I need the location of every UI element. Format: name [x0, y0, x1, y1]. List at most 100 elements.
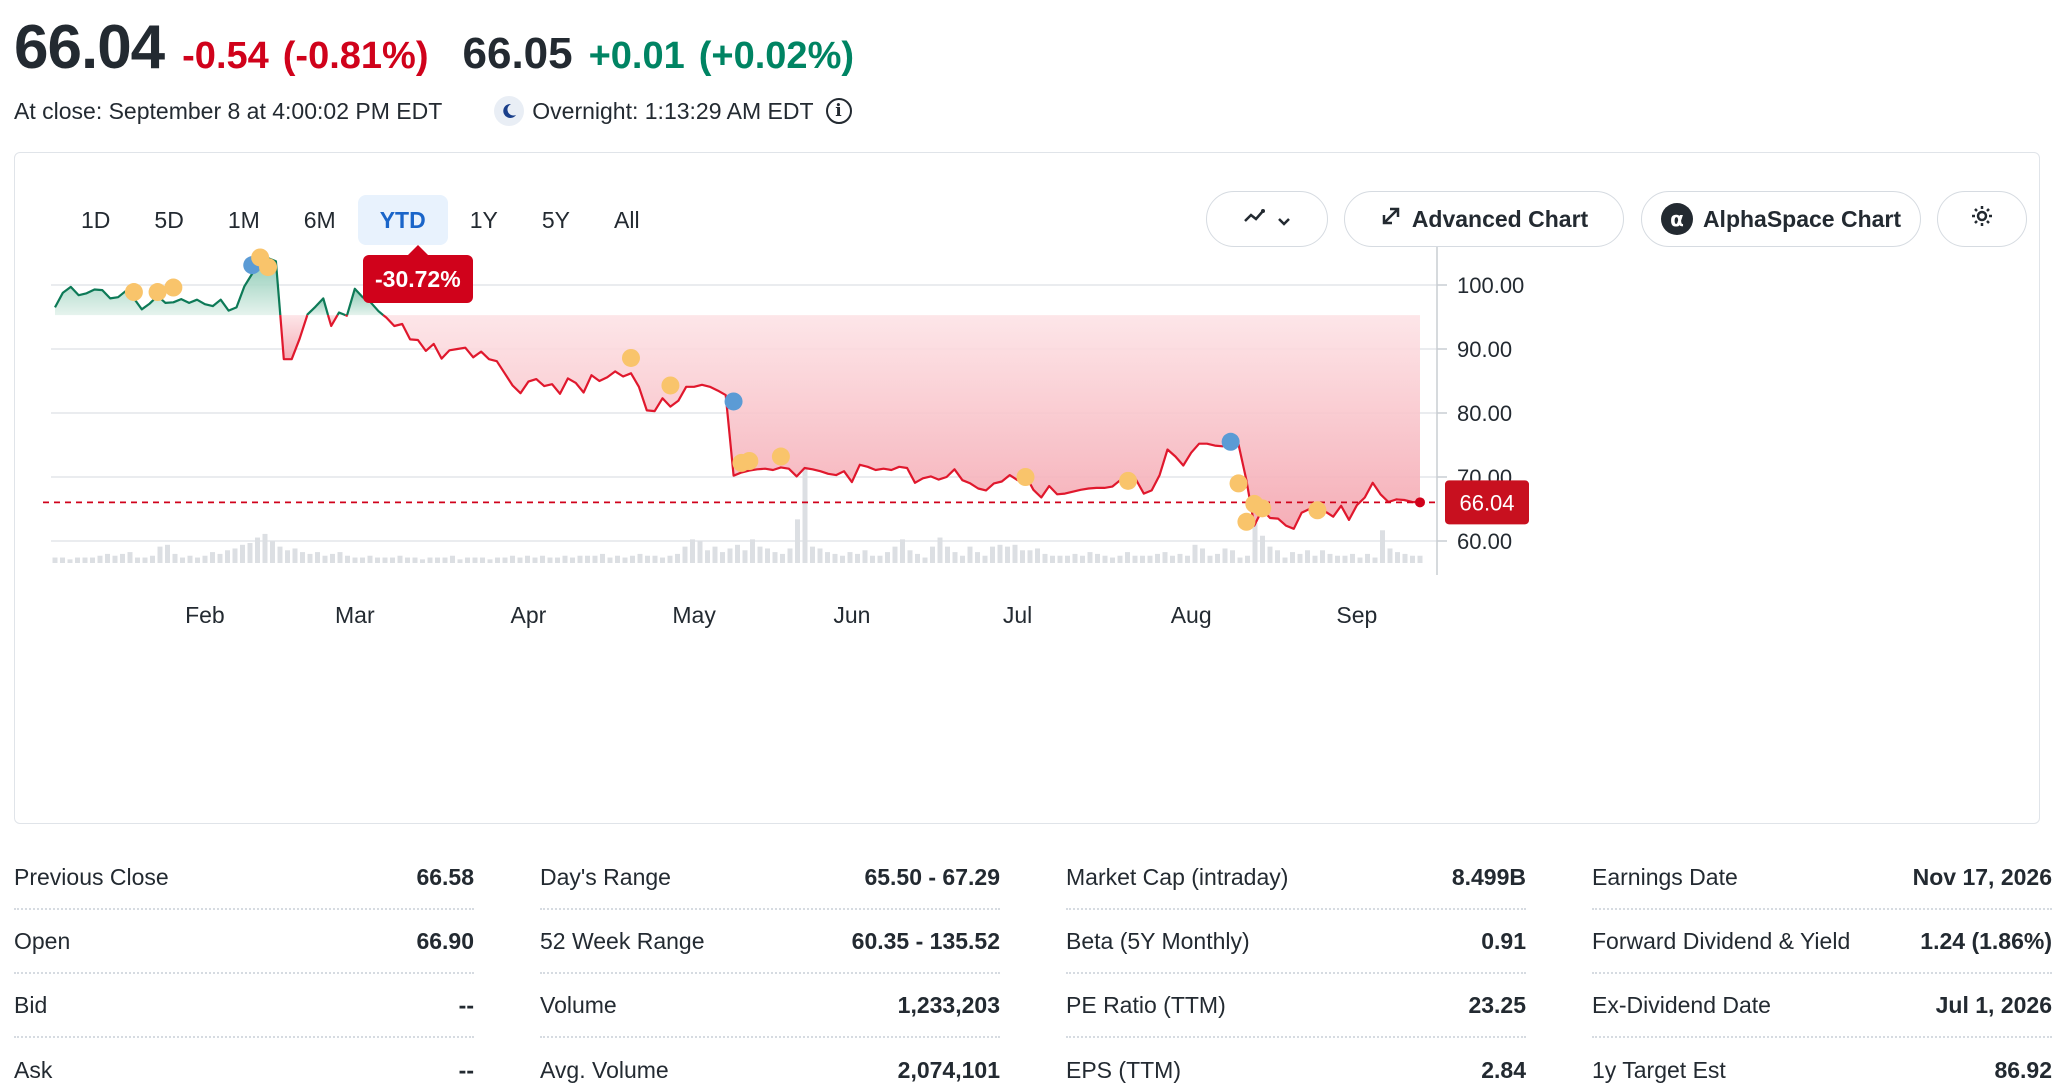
- last-price-label: 66.04: [1459, 490, 1514, 515]
- stat-label: Avg. Volume: [540, 1056, 669, 1083]
- stat-row: Volume 1,233,203: [540, 974, 1000, 1038]
- stat-value: 66.90: [416, 927, 474, 954]
- volume-bar: [930, 546, 935, 563]
- volume-bar: [1155, 553, 1160, 563]
- volume-bar: [360, 557, 365, 563]
- volume-bar: [967, 546, 973, 563]
- alphaspace-chart-button[interactable]: α AlphaSpace Chart: [1641, 191, 1921, 247]
- event-marker: [1119, 471, 1138, 490]
- stat-value: 0.91: [1481, 927, 1526, 954]
- advanced-chart-button[interactable]: Advanced Chart: [1344, 191, 1624, 247]
- volume-bar: [1057, 555, 1063, 563]
- stat-row: Forward Dividend & Yield 1.24 (1.86%): [1592, 910, 2052, 974]
- volume-bar: [1117, 555, 1123, 563]
- volume-bar: [562, 555, 568, 563]
- volume-bar: [622, 557, 628, 563]
- volume-bar: [510, 555, 515, 563]
- tab-all[interactable]: All: [592, 195, 662, 245]
- volume-bar: [180, 557, 185, 563]
- volume-bar: [1192, 544, 1198, 563]
- x-tick-label: Apr: [511, 602, 547, 628]
- volume-bar: [832, 553, 838, 563]
- volume-bar: [82, 557, 88, 563]
- volume-bar: [1050, 555, 1055, 563]
- stat-label: Open: [14, 927, 71, 954]
- volume-bar: [607, 557, 613, 563]
- volume-bar: [1095, 553, 1100, 563]
- expand-icon: [1380, 205, 1402, 233]
- volume-bar: [60, 557, 65, 563]
- tab-6m[interactable]: 6M: [282, 195, 358, 245]
- volume-bar: [997, 544, 1003, 563]
- volume-bar: [427, 557, 433, 563]
- volume-bar: [405, 557, 410, 563]
- volume-bar: [885, 552, 890, 563]
- volume-bar: [1200, 548, 1205, 563]
- event-marker: [771, 447, 790, 466]
- stat-value: 60.35 - 135.52: [851, 927, 1000, 954]
- volume-bar: [952, 552, 958, 563]
- tab-1m[interactable]: 1M: [206, 195, 282, 245]
- volume-bar: [300, 552, 305, 563]
- stat-row: 1y Target Est 86.92: [1592, 1038, 2052, 1092]
- volume-bar: [292, 548, 298, 563]
- tab-5d[interactable]: 5D: [132, 195, 205, 245]
- volume-bar: [705, 550, 710, 563]
- gear-icon: [1969, 203, 1995, 235]
- event-marker: [1016, 468, 1035, 486]
- price-chart[interactable]: 100.0090.0080.0070.0060.0066.04Feb Mar Apr…: [15, 153, 2041, 825]
- tab-ytd[interactable]: YTD: [357, 195, 448, 245]
- volume-bar: [52, 557, 58, 563]
- volume-bar: [1245, 555, 1250, 563]
- stat-value: Jul 1, 2026: [1935, 991, 2052, 1018]
- volume-bar: [637, 553, 643, 563]
- volume-bar: [975, 552, 980, 563]
- stat-label: Earnings Date: [1592, 863, 1738, 890]
- volume-bar: [1320, 550, 1325, 563]
- volume-bar: [1380, 530, 1385, 563]
- stat-row: Market Cap (intraday) 8.499B: [1066, 846, 1526, 910]
- overnight-change: +0.01: [588, 35, 685, 77]
- volume-bar: [1387, 548, 1393, 563]
- volume-bar: [240, 544, 245, 563]
- volume-bar: [1395, 552, 1400, 563]
- volume-bar: [495, 557, 500, 563]
- stat-label: EPS (TTM): [1066, 1056, 1181, 1083]
- chart-type-button[interactable]: [1206, 191, 1328, 247]
- x-tick-label: May: [672, 602, 716, 628]
- period-change-badge: -30.72%: [363, 245, 473, 303]
- stat-label: Bid: [14, 991, 48, 1018]
- loss-area: [383, 315, 1421, 529]
- volume-bar: [1305, 550, 1310, 563]
- y-tick-label: 90.00: [1457, 337, 1512, 362]
- volume-bar: [525, 555, 530, 563]
- stat-value: 1.24 (1.86%): [1920, 927, 2052, 954]
- volume-bar: [1132, 555, 1138, 563]
- chart-settings-button[interactable]: [1937, 191, 2027, 247]
- volume-bar: [937, 537, 943, 563]
- volume-bar: [922, 557, 928, 563]
- tab-5y[interactable]: 5Y: [520, 195, 592, 245]
- volume-bar: [435, 557, 440, 563]
- volume-bar: [307, 553, 313, 563]
- stat-row: Earnings Date Nov 17, 2026: [1592, 846, 2052, 910]
- volume-bar: [67, 559, 73, 563]
- stat-label: Market Cap (intraday): [1066, 863, 1289, 890]
- stat-value: 66.58: [416, 863, 474, 890]
- stat-label: PE Ratio (TTM): [1066, 991, 1226, 1018]
- tab-1y[interactable]: 1Y: [448, 195, 520, 245]
- volume-bar: [547, 557, 553, 563]
- event-marker: [124, 283, 143, 302]
- tab-1d[interactable]: 1D: [59, 195, 132, 245]
- info-icon[interactable]: i: [825, 98, 852, 124]
- stat-label: Previous Close: [14, 863, 169, 890]
- stat-row: 52 Week Range 60.35 - 135.52: [540, 910, 1000, 974]
- volume-bar: [787, 548, 793, 563]
- stats-column-3: Market Cap (intraday) 8.499B Beta (5Y Mon…: [1066, 846, 1526, 1092]
- event-marker: [1308, 501, 1327, 520]
- volume-bar: [697, 541, 703, 563]
- stat-value: 1,233,203: [897, 991, 1000, 1018]
- volume-bar: [1230, 550, 1235, 563]
- volume-bar: [390, 557, 395, 563]
- price-row: 66.04 -0.54 (-0.81%) 66.05 +0.01 (+0.02%…: [14, 12, 1054, 82]
